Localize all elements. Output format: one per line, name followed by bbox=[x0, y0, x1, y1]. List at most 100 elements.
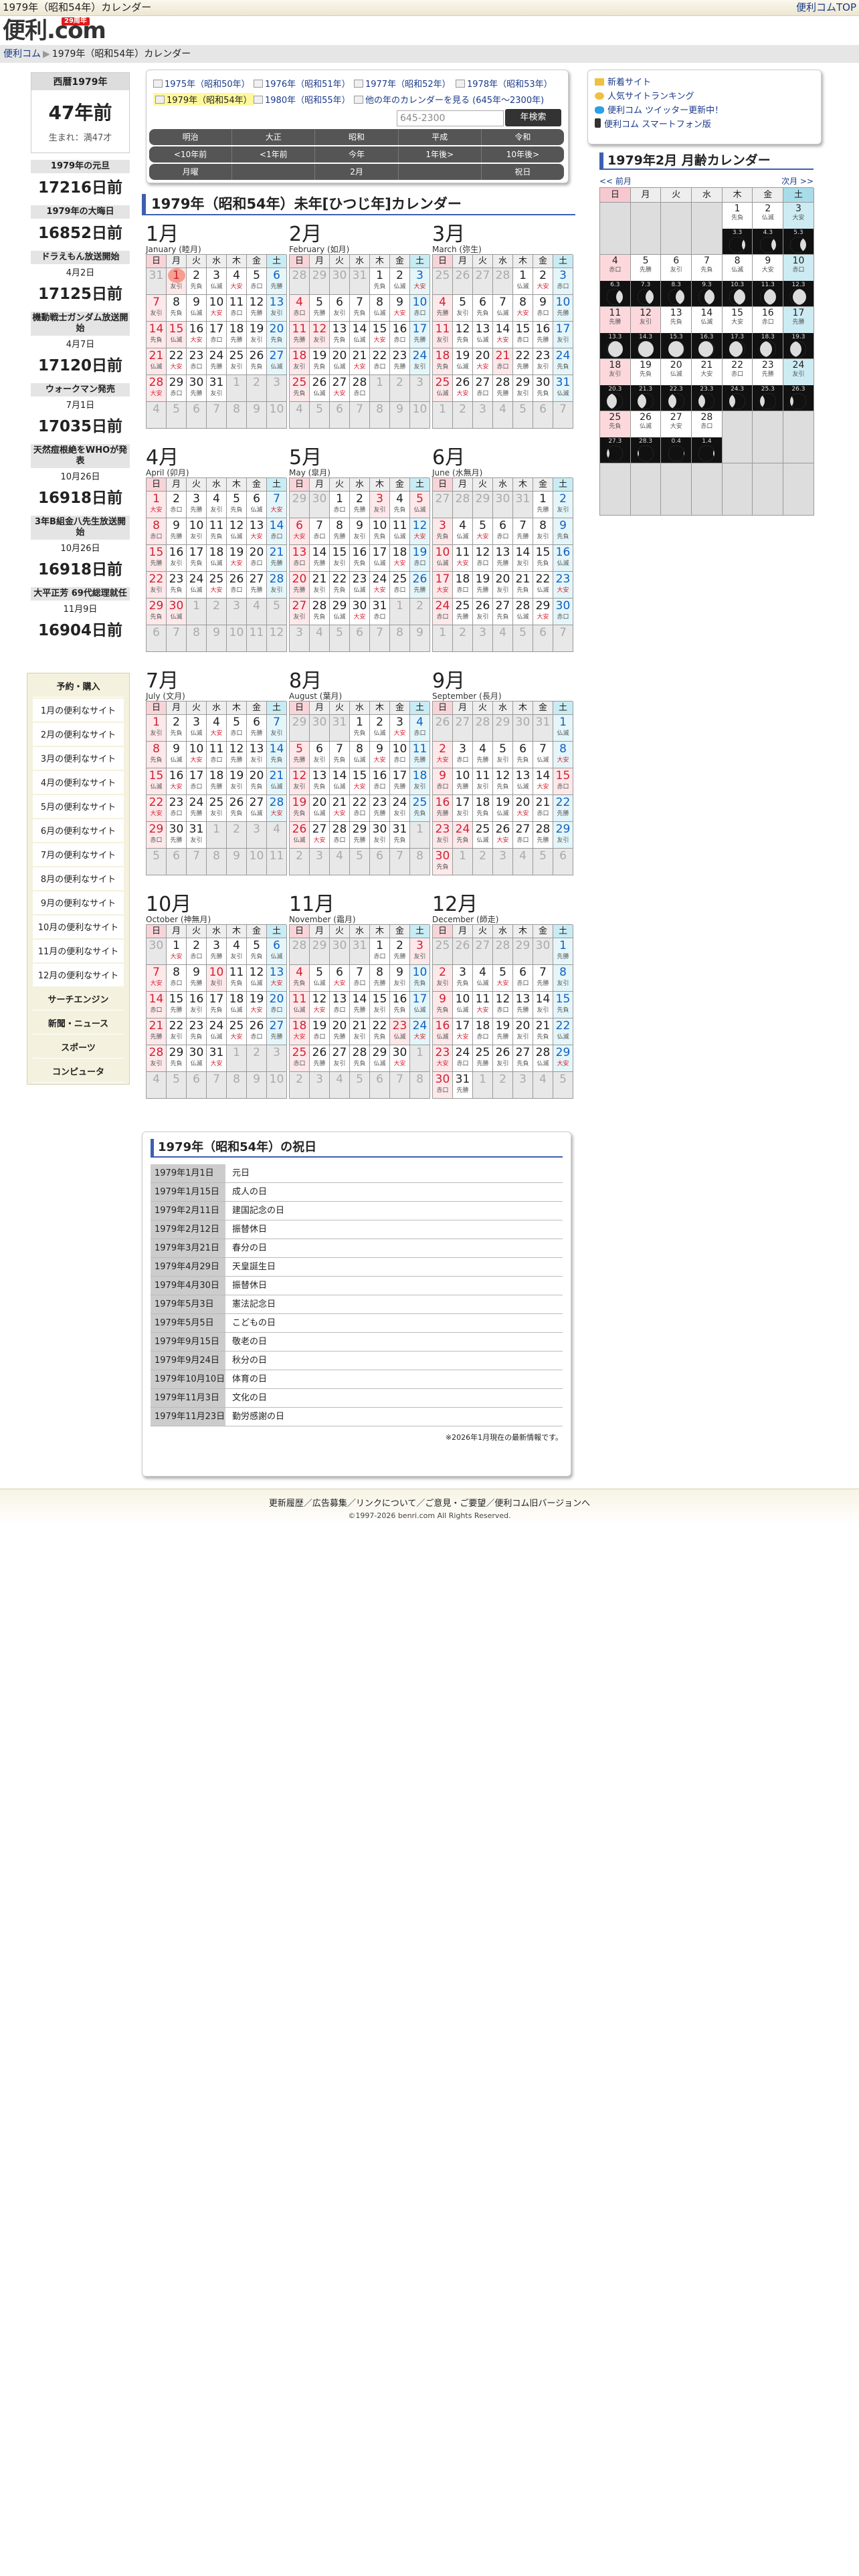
day-cell[interactable]: 23 友引 bbox=[533, 348, 553, 375]
day-cell[interactable]: 9 先勝 bbox=[167, 518, 187, 545]
day-cell[interactable]: 7 友引 bbox=[267, 715, 287, 742]
day-cell[interactable]: 30 赤口 bbox=[553, 599, 573, 625]
day-cell[interactable]: 30 先負 bbox=[433, 849, 453, 875]
day-cell[interactable]: 5 先負 bbox=[227, 492, 247, 518]
day-cell[interactable]: 18 先負 bbox=[433, 348, 453, 375]
twitter-link[interactable]: 便利コム ツイッター更新中！ bbox=[607, 106, 723, 116]
moon-day-cell[interactable]: 3 大安 5.3 bbox=[783, 203, 814, 255]
day-cell[interactable]: 25 赤口 bbox=[290, 1045, 310, 1072]
day-cell[interactable]: 21 友引 bbox=[350, 1018, 370, 1045]
day-cell[interactable]: 10 大安 bbox=[207, 295, 227, 322]
moon-day-cell[interactable]: 2 仏滅 4.3 bbox=[753, 203, 784, 255]
day-cell[interactable]: 8 先負 bbox=[147, 742, 167, 768]
day-cell[interactable]: 15 先勝 bbox=[167, 992, 187, 1018]
day-cell[interactable]: 25 友引 bbox=[207, 795, 227, 822]
day-cell[interactable]: 12 先勝 bbox=[247, 295, 267, 322]
moon-day-cell[interactable]: 11 先勝 13.3 bbox=[600, 307, 631, 359]
day-cell[interactable]: 29 友引 bbox=[553, 822, 573, 849]
day-cell[interactable]: 19 仏滅 bbox=[493, 795, 513, 822]
day-cell[interactable]: 14 仏滅 bbox=[350, 322, 370, 348]
day-cell[interactable]: 14 仏滅 bbox=[330, 768, 350, 795]
day-cell[interactable]: 23 大安 bbox=[433, 1045, 453, 1072]
day-cell[interactable]: 31 仏滅 bbox=[553, 375, 573, 402]
moon-day-cell[interactable]: 5 先勝 7.3 bbox=[630, 255, 662, 307]
day-cell[interactable]: 26 友引 bbox=[493, 1045, 513, 1072]
day-cell[interactable]: 21 友引 bbox=[310, 572, 330, 599]
moon-day-cell[interactable]: 21 大安 23.3 bbox=[692, 359, 723, 411]
day-cell[interactable]: 30 赤口 bbox=[433, 1072, 453, 1099]
day-cell[interactable]: 18 大安 bbox=[390, 545, 410, 572]
year-search-input[interactable]: 645-2300 bbox=[397, 110, 504, 126]
day-cell[interactable]: 24 大安 bbox=[410, 1018, 430, 1045]
day-cell[interactable]: 27 仏滅 bbox=[247, 795, 267, 822]
day-cell[interactable]: 13 仏滅 bbox=[513, 768, 533, 795]
day-cell[interactable]: 27 先勝 bbox=[267, 1018, 287, 1045]
day-cell[interactable]: 22 先負 bbox=[330, 572, 350, 599]
ranking-link[interactable]: 人気サイトランキング bbox=[607, 92, 694, 102]
day-cell[interactable]: 23 先勝 bbox=[390, 348, 410, 375]
day-cell[interactable]: 10 赤口 bbox=[410, 295, 430, 322]
day-cell[interactable]: 22 仏滅 bbox=[553, 1018, 573, 1045]
day-cell[interactable]: 27 友引 bbox=[290, 599, 310, 625]
day-cell[interactable]: 28 先負 bbox=[350, 1045, 370, 1072]
plus-10-years-button[interactable]: 10年後> bbox=[481, 146, 565, 163]
day-cell[interactable]: 4 先勝 bbox=[433, 295, 453, 322]
footer-links[interactable]: 更新履歴／広告募集／リンクについて／ご意見・ご要望／便利コム旧バージョンへ bbox=[0, 1496, 859, 1509]
day-cell[interactable]: 26 大安 bbox=[453, 375, 473, 402]
day-cell[interactable]: 8 仏滅 bbox=[370, 295, 390, 322]
day-cell[interactable]: 11 友引 bbox=[473, 768, 493, 795]
day-cell[interactable]: 18 友引 bbox=[290, 348, 310, 375]
day-cell[interactable]: 13 大安 bbox=[247, 518, 267, 545]
day-cell[interactable]: 24 先勝 bbox=[187, 795, 207, 822]
day-cell[interactable]: 1 赤口 bbox=[330, 492, 350, 518]
day-cell[interactable]: 19 大安 bbox=[247, 992, 267, 1018]
day-cell[interactable]: 26 先勝 bbox=[310, 1045, 330, 1072]
day-cell[interactable]: 7 先負 bbox=[330, 742, 350, 768]
day-cell[interactable]: 24 赤口 bbox=[453, 1045, 473, 1072]
day-cell[interactable]: 12 赤口 bbox=[473, 545, 493, 572]
day-cell[interactable]: 21 仏滅 bbox=[147, 348, 167, 375]
day-cell[interactable]: 29 赤口 bbox=[147, 822, 167, 849]
day-cell[interactable]: 15 先負 bbox=[553, 992, 573, 1018]
day-cell[interactable]: 30 先勝 bbox=[167, 822, 187, 849]
day-cell[interactable]: 15 赤口 bbox=[513, 322, 533, 348]
day-cell[interactable]: 16 友引 bbox=[167, 545, 187, 572]
day-cell[interactable]: 13 赤口 bbox=[330, 992, 350, 1018]
era-reiwa-button[interactable]: 令和 bbox=[481, 129, 565, 145]
moon-day-cell[interactable]: 16 赤口 18.3 bbox=[753, 307, 784, 359]
day-cell[interactable]: 24 友引 bbox=[390, 795, 410, 822]
day-cell[interactable]: 20 先負 bbox=[267, 322, 287, 348]
day-cell[interactable]: 6 先負 bbox=[513, 742, 533, 768]
day-cell[interactable]: 31 赤口 bbox=[370, 599, 390, 625]
day-cell[interactable]: 28 大安 bbox=[147, 375, 167, 402]
day-cell[interactable]: 20 先勝 bbox=[330, 1018, 350, 1045]
day-cell[interactable]: 21 先負 bbox=[533, 1018, 553, 1045]
day-cell[interactable]: 2 赤口 bbox=[167, 492, 187, 518]
day-cell[interactable]: 12 先負 bbox=[493, 768, 513, 795]
day-cell[interactable]: 19 赤口 bbox=[310, 1018, 330, 1045]
day-cell[interactable]: 10 先勝 bbox=[553, 295, 573, 322]
day-cell[interactable]: 11 赤口 bbox=[207, 742, 227, 768]
day-cell[interactable]: 14 大安 bbox=[493, 322, 513, 348]
day-cell[interactable]: 1 先負 bbox=[370, 268, 390, 295]
day-cell[interactable]: 20 赤口 bbox=[247, 545, 267, 572]
day-cell[interactable]: 26 仏滅 bbox=[290, 822, 310, 849]
day-cell[interactable]: 22 友引 bbox=[167, 1018, 187, 1045]
day-cell[interactable]: 6 大安 bbox=[330, 965, 350, 992]
day-cell[interactable]: 8 赤口 bbox=[167, 965, 187, 992]
day-cell[interactable]: 30 大安 bbox=[390, 1045, 410, 1072]
day-cell[interactable]: 14 先負 bbox=[267, 742, 287, 768]
day-cell[interactable]: 19 先負 bbox=[310, 348, 330, 375]
day-cell[interactable]: 4 先勝 bbox=[473, 742, 493, 768]
day-cell[interactable]: 31 大安 bbox=[207, 1045, 227, 1072]
day-cell[interactable]: 14 先勝 bbox=[310, 545, 330, 572]
era-heisei-button[interactable]: 平成 bbox=[398, 129, 482, 145]
day-cell[interactable]: 3 仏滅 bbox=[207, 268, 227, 295]
day-cell[interactable]: 9 友引 bbox=[390, 965, 410, 992]
day-cell[interactable]: 8 先勝 bbox=[370, 965, 390, 992]
day-cell[interactable]: 17 先負 bbox=[207, 992, 227, 1018]
day-cell[interactable]: 8 先負 bbox=[167, 295, 187, 322]
side-menu-item[interactable]: 5月の便利なサイト bbox=[33, 795, 124, 818]
day-cell[interactable]: 28 仏滅 bbox=[513, 599, 533, 625]
day-cell[interactable]: 5 友引 bbox=[453, 295, 473, 322]
